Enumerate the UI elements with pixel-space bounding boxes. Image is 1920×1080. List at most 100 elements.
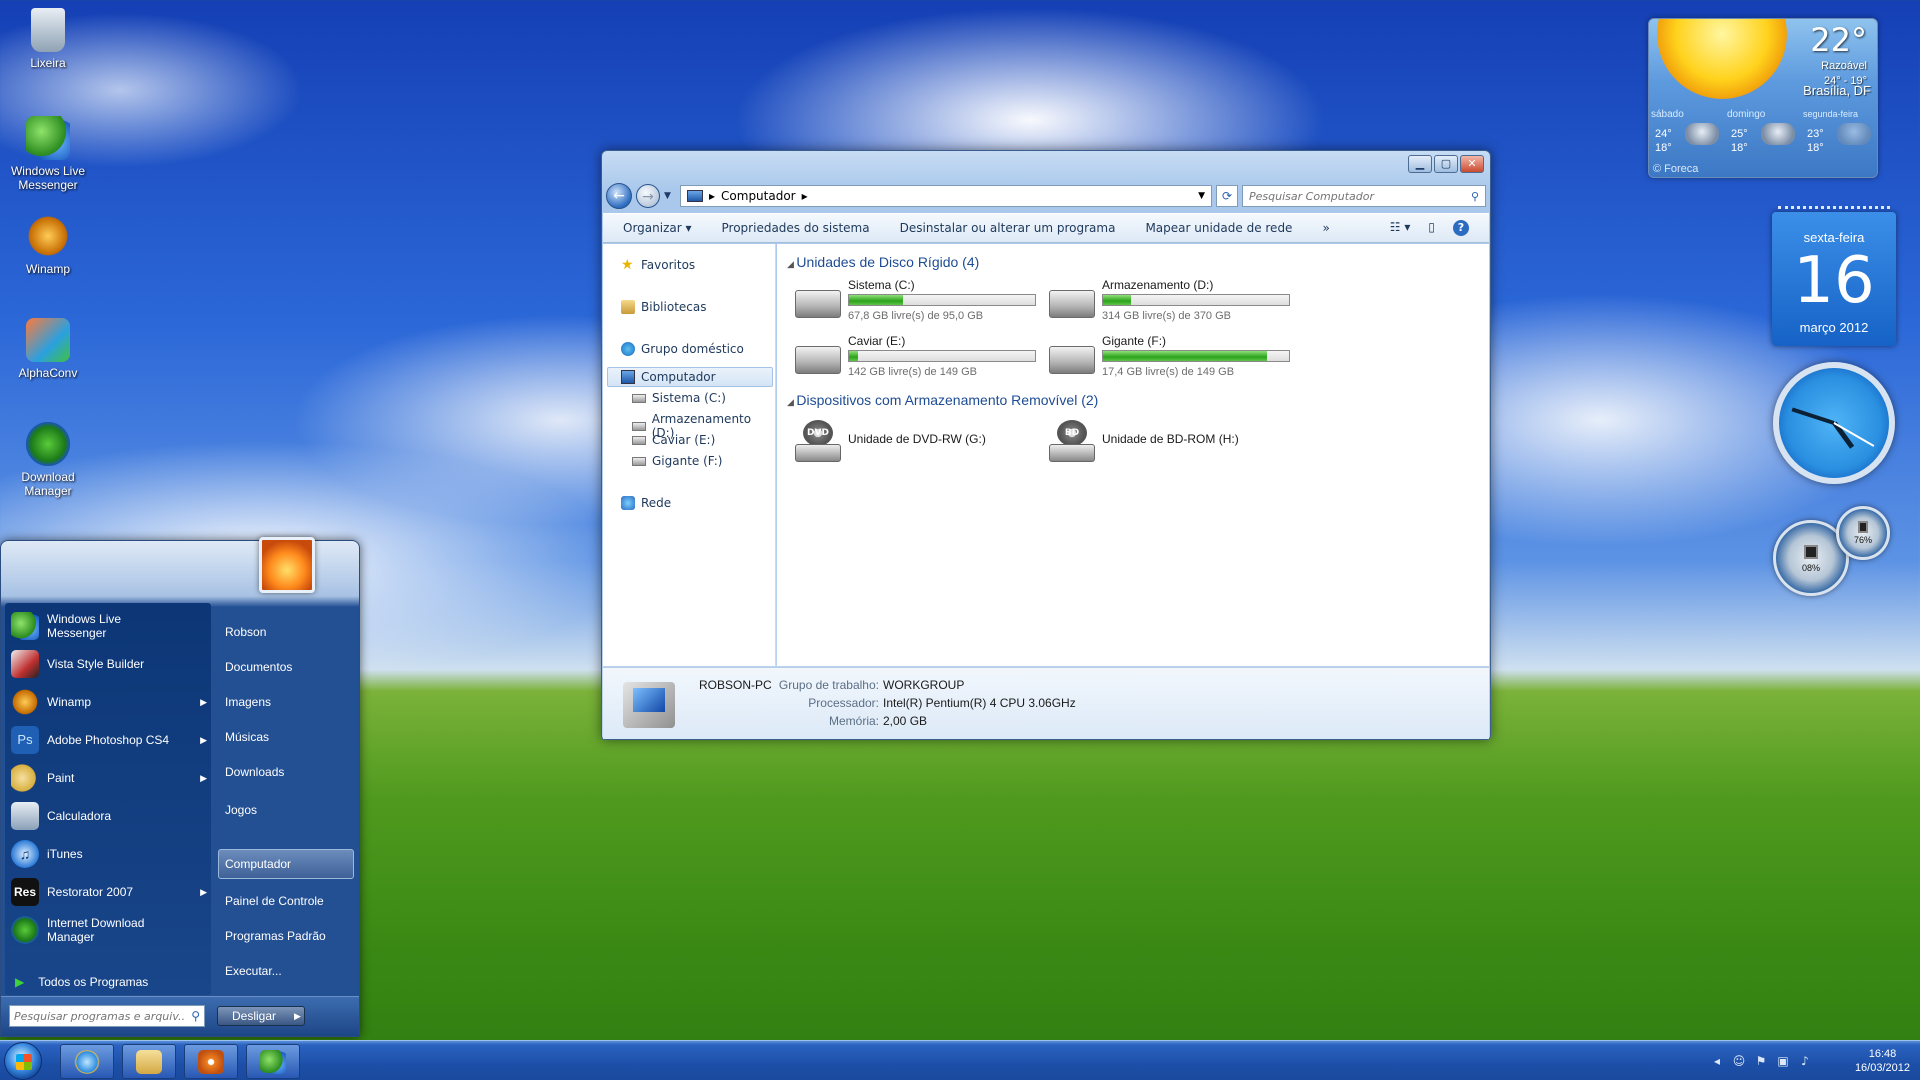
action-center-flag-icon[interactable]: ⚑ — [1754, 1054, 1768, 1068]
download-manager-icon — [26, 422, 70, 466]
search-icon[interactable]: ⚲ — [1471, 190, 1479, 203]
show-hidden-icons-icon[interactable]: ◂ — [1710, 1054, 1724, 1068]
cpu-chip-icon — [1804, 545, 1818, 559]
user-picture-avatar[interactable] — [259, 537, 315, 593]
clock-gadget[interactable] — [1773, 362, 1895, 484]
nav-item-favorites[interactable]: ★ Favoritos — [621, 258, 695, 272]
nav-item-network[interactable]: Rede — [621, 496, 671, 510]
forward-button[interactable]: → — [636, 184, 660, 208]
place-pictures[interactable]: Imagens — [225, 695, 271, 709]
program-messenger[interactable]: Windows Live Messenger — [11, 609, 207, 643]
desktop-icon-winamp[interactable]: Winamp — [6, 214, 90, 276]
group-header-removable[interactable]: Dispositivos com Armazenamento Removível… — [787, 392, 1098, 408]
close-button[interactable]: ✕ — [1460, 155, 1484, 173]
start-button[interactable] — [4, 1042, 42, 1080]
drive-item-e[interactable]: Caviar (E:) 142 GB livre(s) de 149 GB — [795, 334, 1045, 386]
search-icon[interactable]: ⚲ — [191, 1009, 200, 1023]
place-documents[interactable]: Documentos — [225, 660, 292, 674]
ram-meter-gadget[interactable]: 76% — [1836, 506, 1890, 560]
drive-item-d[interactable]: Armazenamento (D:) 314 GB livre(s) de 37… — [1049, 278, 1299, 330]
calendar-gadget[interactable]: sexta-feira 16 março 2012 — [1772, 206, 1896, 346]
maximize-button[interactable]: ▢ — [1434, 155, 1458, 173]
drive-item-f[interactable]: Gigante (F:) 17,4 GB livre(s) de 149 GB — [1049, 334, 1299, 386]
group-header-hard-disks[interactable]: Unidades de Disco Rígido (4) — [787, 254, 979, 270]
navigation-pane: ★ Favoritos Bibliotecas Grupo doméstico … — [603, 244, 776, 666]
desktop-icon-download-manager[interactable]: Download Manager — [6, 422, 90, 498]
taskbar-internet-explorer[interactable] — [60, 1044, 114, 1079]
network-tray-icon[interactable]: ▣ — [1776, 1054, 1790, 1068]
system-properties-button[interactable]: Propriedades do sistema — [722, 221, 870, 235]
nav-item-computer[interactable]: Computador — [621, 370, 716, 384]
weather-gadget[interactable]: 22° Razoável 24° - 19° Brasília, DF sába… — [1648, 18, 1878, 178]
drive-usage-fill — [849, 295, 903, 305]
program-paint[interactable]: Paint ▶ — [11, 761, 207, 795]
address-dropdown-icon[interactable]: ▼ — [1198, 191, 1205, 201]
weather-source[interactable]: © Foreca — [1653, 163, 1698, 175]
help-icon[interactable]: ? — [1453, 220, 1469, 236]
search-input[interactable] — [1249, 189, 1449, 203]
messenger-icon — [260, 1050, 286, 1074]
map-network-drive-button[interactable]: Mapear unidade de rede — [1145, 221, 1292, 235]
organize-button[interactable]: Organizar ▾ — [623, 221, 692, 235]
more-commands-button[interactable]: » — [1322, 221, 1329, 235]
desktop-icon-alphaconv[interactable]: AlphaConv — [6, 318, 90, 380]
search-box[interactable]: ⚲ — [1242, 185, 1486, 207]
place-computer[interactable]: Computador — [225, 857, 291, 871]
place-downloads[interactable]: Downloads — [225, 765, 284, 779]
address-bar[interactable]: ▸ Computador ▸ ▼ — [680, 185, 1212, 207]
program-itunes[interactable]: ♫ iTunes — [11, 837, 207, 871]
start-search-input[interactable] — [14, 1009, 184, 1023]
taskbar-messenger[interactable] — [246, 1044, 300, 1079]
place-control-panel[interactable]: Painel de Controle — [225, 894, 324, 908]
breadcrumb-separator[interactable]: ▸ — [802, 189, 808, 203]
volume-icon[interactable]: ♪ — [1798, 1054, 1812, 1068]
drive-item-h[interactable]: BD Unidade de BD-ROM (H:) — [1049, 416, 1299, 468]
refresh-button[interactable]: ⟳ — [1216, 185, 1238, 207]
taskbar-clock[interactable]: 16:48 16/03/2012 — [1855, 1047, 1910, 1075]
drive-item-g[interactable]: DVD Unidade de DVD-RW (G:) — [795, 416, 1045, 468]
nav-item-drive-e[interactable]: Caviar (E:) — [632, 433, 715, 447]
program-internet-download-manager[interactable]: Internet Download Manager — [11, 913, 207, 947]
nav-item-libraries[interactable]: Bibliotecas — [621, 300, 706, 314]
shutdown-button[interactable]: Desligar ▶ — [217, 1006, 305, 1026]
place-games[interactable]: Jogos — [225, 803, 257, 817]
place-default-programs[interactable]: Programas Padrão — [225, 929, 326, 943]
program-vista-style-builder[interactable]: Vista Style Builder — [11, 647, 207, 681]
desktop-icon-messenger[interactable]: Windows Live Messenger — [6, 116, 90, 192]
uninstall-program-button[interactable]: Desinstalar ou alterar um programa — [900, 221, 1116, 235]
media-player-icon — [198, 1050, 224, 1074]
preview-pane-icon[interactable]: ▯ — [1428, 220, 1435, 236]
drive-item-c[interactable]: Sistema (C:) 67,8 GB livre(s) de 95,0 GB — [795, 278, 1045, 330]
address-row: ← → ▼ ▸ Computador ▸ ▼ ⟳ ⚲ — [606, 183, 1486, 209]
program-winamp[interactable]: Winamp ▶ — [11, 685, 207, 719]
taskbar-windows-explorer[interactable] — [122, 1044, 176, 1079]
history-dropdown[interactable]: ▼ — [664, 191, 676, 201]
shutdown-options-arrow-icon[interactable]: ▶ — [294, 1011, 301, 1022]
folder-icon — [136, 1050, 162, 1074]
place-run[interactable]: Executar... — [225, 964, 282, 978]
rain-cloud-icon — [1685, 123, 1719, 145]
program-calculator[interactable]: Calculadora — [11, 799, 207, 833]
minimize-button[interactable]: ▁ — [1408, 155, 1432, 173]
all-programs-button[interactable]: ▶ Todos os Programas — [15, 975, 148, 989]
desktop-icon-recycle-bin[interactable]: Lixeira — [6, 8, 90, 70]
internet-explorer-icon — [74, 1050, 100, 1074]
hard-drive-icon — [795, 346, 841, 374]
calculator-icon — [11, 802, 39, 830]
taskbar-media-player[interactable] — [184, 1044, 238, 1079]
view-options-icon[interactable]: ☷ ▾ — [1390, 220, 1411, 236]
program-photoshop[interactable]: Ps Adobe Photoshop CS4 ▶ — [11, 723, 207, 757]
breadcrumb-separator[interactable]: ▸ — [709, 189, 715, 203]
calendar-month-year: março 2012 — [1799, 320, 1869, 335]
place-music[interactable]: Músicas — [225, 730, 269, 744]
breadcrumb-computer[interactable]: Computador — [721, 189, 796, 203]
nav-item-homegroup[interactable]: Grupo doméstico — [621, 342, 744, 356]
drive-usage-fill — [849, 351, 859, 361]
nav-item-drive-c[interactable]: Sistema (C:) — [632, 391, 726, 405]
start-search-box[interactable]: ⚲ — [9, 1005, 205, 1027]
nav-item-drive-f[interactable]: Gigante (F:) — [632, 454, 723, 468]
messenger-tray-icon[interactable]: ☺ — [1732, 1054, 1746, 1068]
program-restorator[interactable]: Res Restorator 2007 ▶ — [11, 875, 207, 909]
back-button[interactable]: ← — [606, 183, 632, 209]
place-user[interactable]: Robson — [225, 625, 266, 639]
